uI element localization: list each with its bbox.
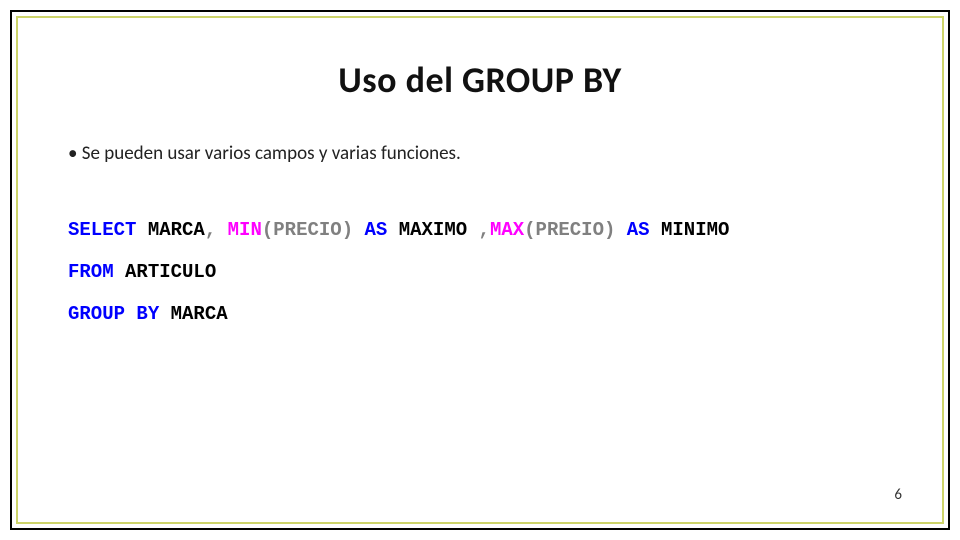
slide-title: Uso del GROUP BY bbox=[68, 58, 892, 102]
tbl-articulo: ARTICULO bbox=[114, 261, 217, 283]
sql-line-3: GROUP BY MARCA bbox=[68, 294, 892, 336]
col-group-marca: MARCA bbox=[159, 303, 227, 325]
space-1 bbox=[216, 219, 227, 241]
sql-line-2: FROM ARTICULO bbox=[68, 252, 892, 294]
fn-max: MAX bbox=[490, 219, 524, 241]
page-number: 6 bbox=[894, 486, 902, 504]
alias-minimo: MINIMO bbox=[650, 219, 730, 241]
kw-as-2: AS bbox=[627, 219, 650, 241]
slide-inner-border: Uso del GROUP BY Se pueden usar varios c… bbox=[16, 16, 944, 524]
slide-outer-border: Uso del GROUP BY Se pueden usar varios c… bbox=[10, 10, 950, 530]
arg-max: (PRECIO) bbox=[524, 219, 627, 241]
comma-2: , bbox=[479, 219, 490, 241]
bullet-text: Se pueden usar varios campos y varias fu… bbox=[68, 142, 892, 165]
comma-1: , bbox=[205, 219, 216, 241]
sql-code-block: SELECT MARCA, MIN(PRECIO) AS MAXIMO ,MAX… bbox=[68, 210, 892, 335]
kw-as-1: AS bbox=[365, 219, 388, 241]
kw-group-by: GROUP BY bbox=[68, 303, 159, 325]
kw-from: FROM bbox=[68, 261, 114, 283]
alias-maximo: MAXIMO bbox=[387, 219, 478, 241]
sql-line-1: SELECT MARCA, MIN(PRECIO) AS MAXIMO ,MAX… bbox=[68, 210, 892, 252]
arg-min: (PRECIO) bbox=[262, 219, 365, 241]
fn-min: MIN bbox=[228, 219, 262, 241]
col-marca: MARCA bbox=[136, 219, 204, 241]
kw-select: SELECT bbox=[68, 219, 136, 241]
